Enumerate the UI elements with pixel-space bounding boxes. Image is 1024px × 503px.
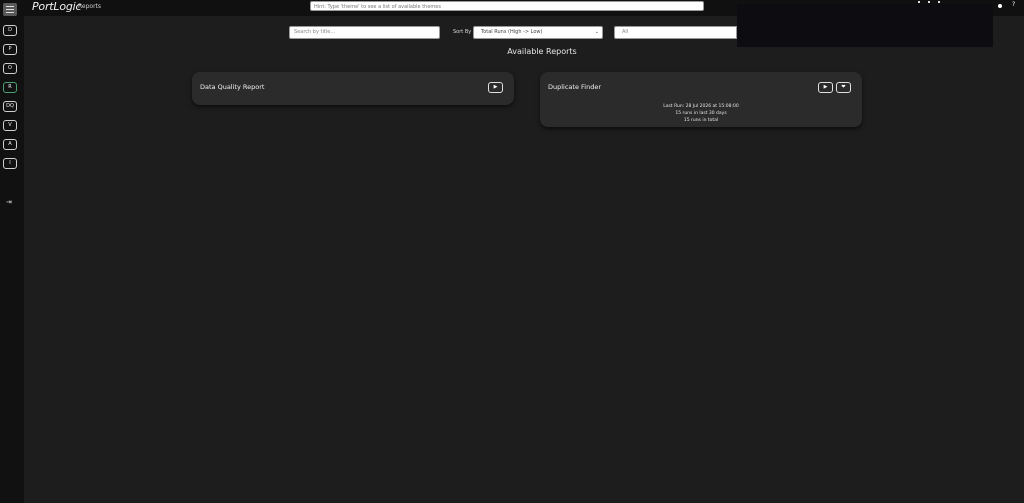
section-title: Reports xyxy=(78,3,102,10)
report-card: Duplicate Finder ▶ ❤ Last Run: 28 Jul 20… xyxy=(540,72,862,127)
sort-select[interactable]: Total Runs (High -> Low) ⌄ xyxy=(473,26,603,39)
favorite-heart-icon[interactable]: ❤ xyxy=(836,82,851,93)
sidebar-item-o[interactable]: O xyxy=(3,63,17,74)
chevron-down-icon: ⌄ xyxy=(594,29,599,35)
sort-select-value: Total Runs (High -> Low) xyxy=(481,29,543,35)
report-title: Data Quality Report xyxy=(200,83,265,91)
run-report-button[interactable]: ▶ xyxy=(488,82,503,93)
runs-total-text: 15 runs in total xyxy=(683,118,719,123)
help-icon[interactable]: ? xyxy=(1012,1,1015,8)
sidebar-item-a[interactable]: A xyxy=(3,139,17,150)
dropdown-overlay xyxy=(737,4,993,47)
app-logo: PortLogic xyxy=(32,0,82,13)
sidebar-item-dq[interactable]: DQ xyxy=(3,101,17,112)
sidebar: D P O R DQ V A I ⇥ xyxy=(0,16,24,503)
report-title: Duplicate Finder xyxy=(548,83,602,91)
sidebar-item-i[interactable]: I xyxy=(3,158,17,169)
hamburger-menu-icon[interactable] xyxy=(3,3,17,16)
last-run-text: Last Run: 28 Jul 2026 at 15:08:00 xyxy=(663,104,739,109)
run-report-button[interactable]: ▶ xyxy=(818,82,833,93)
report-card: Data Quality Report ▶ xyxy=(192,72,514,105)
category-filter[interactable]: All xyxy=(614,26,737,39)
search-input[interactable]: Search by title... xyxy=(289,26,440,39)
runs-30-days-text: 15 runs in last 30 days xyxy=(675,111,727,116)
sort-label: Sort By xyxy=(453,29,472,35)
sidebar-item-d[interactable]: D xyxy=(3,25,17,36)
status-indicators xyxy=(918,1,944,3)
sidebar-item-v[interactable]: V xyxy=(3,120,17,131)
page-title: Available Reports xyxy=(507,47,577,56)
logout-icon[interactable]: ⇥ xyxy=(6,198,12,206)
command-input[interactable]: Hint: Type 'theme' to see a list of avai… xyxy=(310,1,704,11)
sidebar-item-reports[interactable]: R xyxy=(3,82,17,93)
theme-toggle-icon[interactable] xyxy=(998,4,1002,8)
